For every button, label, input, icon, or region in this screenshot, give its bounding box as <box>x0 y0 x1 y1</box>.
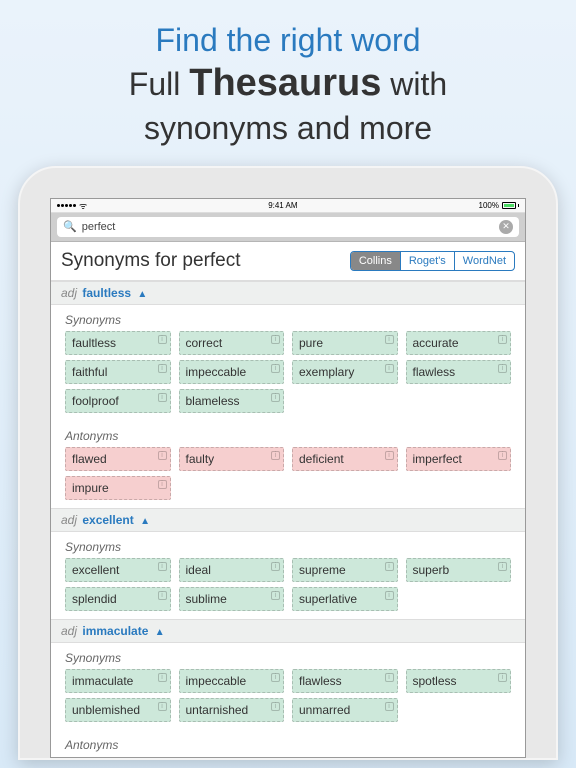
clear-icon[interactable]: ✕ <box>499 220 513 234</box>
collapse-icon: ▲ <box>155 627 165 638</box>
page-title: Synonyms for perfect <box>61 250 241 272</box>
word-chip[interactable]: unblemishedi <box>65 698 171 722</box>
word-chip[interactable]: unmarredi <box>292 698 398 722</box>
word-chip[interactable]: superbi <box>406 558 512 582</box>
word-chip[interactable]: spotlessi <box>406 669 512 693</box>
word-chip[interactable]: splendidi <box>65 587 171 611</box>
word-chip[interactable]: immaculatei <box>65 669 171 693</box>
search-bar: 🔍 perfect ✕ <box>51 213 525 242</box>
synonyms-label: Synonyms <box>51 305 525 331</box>
synonym-list: excellenti ideali supremei superbi splen… <box>51 558 525 619</box>
word-chip[interactable]: faultlessi <box>65 331 171 355</box>
tab-wordnet[interactable]: WordNet <box>455 252 514 270</box>
antonyms-label: Antonyms <box>51 421 525 447</box>
pos-label: adj <box>61 286 77 300</box>
promo-line-3: synonyms and more <box>10 108 566 148</box>
word-chip[interactable]: flawlessi <box>406 360 512 384</box>
clock: 9:41 AM <box>268 201 297 210</box>
word-chip[interactable]: impeccablei <box>179 669 285 693</box>
word-chip[interactable]: flawedi <box>65 447 171 471</box>
word-chip[interactable]: purei <box>292 331 398 355</box>
signal-icon <box>57 204 76 207</box>
word-chip[interactable]: superlativei <box>292 587 398 611</box>
pos-label: adj <box>61 513 77 527</box>
status-bar: ᯤ 9:41 AM 100% <box>51 199 525 213</box>
word-chip[interactable]: blamelessi <box>179 389 285 413</box>
sense-header-excellent[interactable]: adj excellent ▲ <box>51 508 525 532</box>
word-chip[interactable]: supremei <box>292 558 398 582</box>
battery-percent: 100% <box>479 201 499 210</box>
collapse-icon: ▲ <box>140 516 150 527</box>
word-chip[interactable]: exemplaryi <box>292 360 398 384</box>
word-chip[interactable]: flawlessi <box>292 669 398 693</box>
word-chip[interactable]: untarnishedi <box>179 698 285 722</box>
word-chip[interactable]: impurei <box>65 476 171 500</box>
word-chip[interactable]: foolproofi <box>65 389 171 413</box>
word-chip[interactable]: accuratei <box>406 331 512 355</box>
word-chip[interactable]: sublimei <box>179 587 285 611</box>
word-chip[interactable]: excellenti <box>65 558 171 582</box>
synonyms-label: Synonyms <box>51 532 525 558</box>
tab-collins[interactable]: Collins <box>351 252 401 270</box>
word-chip[interactable]: deficienti <box>292 447 398 471</box>
antonyms-label: Antonyms <box>51 730 525 756</box>
wifi-icon: ᯤ <box>79 199 87 212</box>
sense-header-faultless[interactable]: adj faultless ▲ <box>51 281 525 305</box>
collapse-icon: ▲ <box>137 289 147 300</box>
word-chip[interactable]: correcti <box>179 331 285 355</box>
promo-line-2: Full Thesaurus with <box>10 60 566 108</box>
word-chip[interactable]: impeccablei <box>179 360 285 384</box>
synonym-list: faultlessi correcti purei accuratei fait… <box>51 331 525 421</box>
screen: ᯤ 9:41 AM 100% 🔍 perfect ✕ Synonyms for … <box>50 198 526 758</box>
device-frame: ᯤ 9:41 AM 100% 🔍 perfect ✕ Synonyms for … <box>18 166 558 760</box>
word-chip[interactable]: imperfecti <box>406 447 512 471</box>
sense-header-immaculate[interactable]: adj immaculate ▲ <box>51 619 525 643</box>
tab-rogets[interactable]: Roget's <box>401 252 455 270</box>
promo-headline: Find the right word Full Thesaurus with … <box>0 0 576 166</box>
search-input[interactable]: 🔍 perfect ✕ <box>57 217 519 237</box>
search-icon: 🔍 <box>63 220 77 233</box>
search-value: perfect <box>82 221 116 233</box>
antonym-list: flawedi faultyi deficienti imperfecti im… <box>51 447 525 508</box>
word-chip[interactable]: faithfuli <box>65 360 171 384</box>
content-header: Synonyms for perfect Collins Roget's Wor… <box>51 242 525 281</box>
pos-label: adj <box>61 624 77 638</box>
word-chip[interactable]: ideali <box>179 558 285 582</box>
synonyms-label: Synonyms <box>51 643 525 669</box>
source-tabs: Collins Roget's WordNet <box>350 251 515 271</box>
battery-icon <box>502 202 519 209</box>
promo-line-1: Find the right word <box>10 20 566 60</box>
word-chip[interactable]: faultyi <box>179 447 285 471</box>
synonym-list: immaculatei impeccablei flawlessi spotle… <box>51 669 525 730</box>
